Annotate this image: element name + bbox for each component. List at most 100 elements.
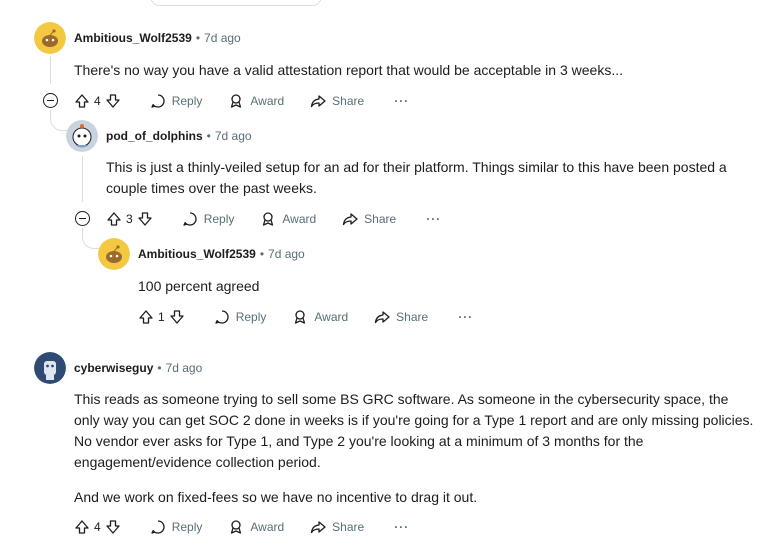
downvote-button[interactable] bbox=[169, 309, 185, 325]
snoo-avatar-icon bbox=[34, 352, 66, 384]
snoo-avatar-icon bbox=[34, 22, 66, 54]
reply-button[interactable]: Reply bbox=[214, 309, 267, 325]
comment-actions: 4 Reply Award Share ··· bbox=[74, 91, 409, 111]
thread-line bbox=[50, 56, 51, 84]
more-options-button[interactable]: ··· bbox=[426, 212, 441, 226]
upvote-icon bbox=[107, 212, 121, 226]
reply-button[interactable]: Reply bbox=[150, 519, 203, 535]
downvote-icon bbox=[170, 310, 184, 324]
upvote-button[interactable] bbox=[74, 93, 90, 109]
reply-label: Reply bbox=[171, 520, 203, 534]
upvote-button[interactable] bbox=[106, 211, 122, 227]
timestamp[interactable]: 7d ago bbox=[204, 31, 241, 45]
upvote-icon bbox=[75, 520, 89, 534]
previous-element-edge bbox=[150, 0, 322, 6]
separator: • bbox=[157, 361, 162, 375]
downvote-button[interactable] bbox=[105, 93, 121, 109]
upvote-icon bbox=[75, 94, 89, 108]
upvote-button[interactable] bbox=[138, 309, 154, 325]
share-button[interactable]: Share bbox=[342, 211, 396, 227]
share-icon bbox=[375, 311, 390, 324]
thread-curve bbox=[50, 110, 67, 131]
reply-button[interactable]: Reply bbox=[182, 211, 235, 227]
comment-body: This reads as someone trying to sell som… bbox=[74, 389, 754, 508]
avatar[interactable] bbox=[66, 120, 98, 152]
upvote-icon bbox=[139, 310, 153, 324]
comment-actions: 3 Reply Award Share ··· bbox=[106, 209, 441, 229]
comment-body: This is just a thinly-veiled setup for a… bbox=[106, 157, 746, 199]
award-button[interactable]: Award bbox=[228, 93, 284, 109]
share-label: Share bbox=[364, 212, 397, 226]
comment-text: This is just a thinly-veiled setup for a… bbox=[106, 159, 727, 196]
downvote-icon bbox=[106, 520, 120, 534]
share-icon bbox=[311, 521, 326, 534]
separator: • bbox=[259, 247, 265, 261]
reply-icon bbox=[151, 520, 165, 534]
timestamp[interactable]: 7d ago bbox=[166, 361, 203, 375]
vote-count: 4 bbox=[94, 520, 101, 534]
avatar[interactable] bbox=[98, 238, 130, 270]
reply-icon bbox=[215, 310, 229, 324]
vote-count: 1 bbox=[158, 310, 165, 324]
comment-text: There's no way you have a valid attestat… bbox=[74, 62, 623, 78]
collapse-button[interactable] bbox=[43, 93, 58, 108]
thread-line bbox=[82, 156, 83, 202]
award-label: Award bbox=[282, 212, 317, 226]
reply-button[interactable]: Reply bbox=[150, 93, 203, 109]
comment-meta: Ambitious_Wolf2539 • 7d ago bbox=[138, 247, 305, 261]
avatar[interactable] bbox=[34, 22, 66, 54]
award-icon bbox=[263, 212, 274, 226]
snoo-avatar-icon bbox=[66, 120, 98, 152]
comment-meta: pod_of_dolphins • 7d ago bbox=[106, 129, 252, 143]
comment-body: There's no way you have a valid attestat… bbox=[74, 60, 754, 81]
minus-icon bbox=[47, 100, 54, 101]
reply-label: Reply bbox=[235, 310, 267, 324]
username[interactable]: Ambitious_Wolf2539 bbox=[138, 247, 256, 261]
reply-label: Reply bbox=[203, 212, 235, 226]
downvote-icon bbox=[138, 212, 152, 226]
share-label: Share bbox=[332, 520, 365, 534]
award-label: Award bbox=[250, 94, 285, 108]
comment-body: 100 percent agreed bbox=[138, 276, 738, 297]
comment-text: 100 percent agreed bbox=[138, 278, 260, 294]
vote-count: 3 bbox=[126, 212, 133, 226]
downvote-icon bbox=[106, 94, 120, 108]
downvote-button[interactable] bbox=[137, 211, 153, 227]
separator: • bbox=[195, 31, 201, 45]
username[interactable]: Ambitious_Wolf2539 bbox=[74, 31, 192, 45]
timestamp[interactable]: 7d ago bbox=[215, 129, 252, 143]
share-button[interactable]: Share bbox=[310, 93, 364, 109]
share-label: Share bbox=[332, 94, 365, 108]
timestamp[interactable]: 7d ago bbox=[268, 247, 305, 261]
thread-curve bbox=[82, 228, 99, 249]
share-label: Share bbox=[396, 310, 429, 324]
snoo-avatar-icon bbox=[98, 238, 130, 270]
reply-icon bbox=[183, 212, 197, 226]
award-button[interactable]: Award bbox=[260, 211, 316, 227]
award-icon bbox=[231, 94, 242, 108]
more-options-button[interactable]: ··· bbox=[394, 94, 409, 108]
reply-label: Reply bbox=[171, 94, 203, 108]
username[interactable]: cyberwiseguy bbox=[74, 361, 153, 375]
award-button[interactable]: Award bbox=[292, 309, 348, 325]
more-options-button[interactable]: ··· bbox=[394, 520, 409, 534]
share-button[interactable]: Share bbox=[310, 519, 364, 535]
share-icon bbox=[343, 213, 358, 226]
award-button[interactable]: Award bbox=[228, 519, 284, 535]
share-button[interactable]: Share bbox=[374, 309, 428, 325]
downvote-button[interactable] bbox=[105, 519, 121, 535]
username[interactable]: pod_of_dolphins bbox=[106, 129, 203, 143]
award-label: Award bbox=[314, 310, 349, 324]
award-icon bbox=[231, 520, 242, 534]
comment-meta: Ambitious_Wolf2539 • 7d ago bbox=[74, 31, 241, 45]
reply-icon bbox=[151, 94, 165, 108]
award-label: Award bbox=[250, 520, 285, 534]
share-icon bbox=[311, 95, 326, 108]
comment-text: This reads as someone trying to sell som… bbox=[74, 391, 754, 470]
award-icon bbox=[295, 310, 306, 324]
upvote-button[interactable] bbox=[74, 519, 90, 535]
collapse-button[interactable] bbox=[75, 211, 90, 226]
more-options-button[interactable]: ··· bbox=[458, 310, 473, 324]
avatar[interactable] bbox=[34, 352, 66, 384]
comment-text: And we work on fixed-fees so we have no … bbox=[74, 489, 478, 505]
